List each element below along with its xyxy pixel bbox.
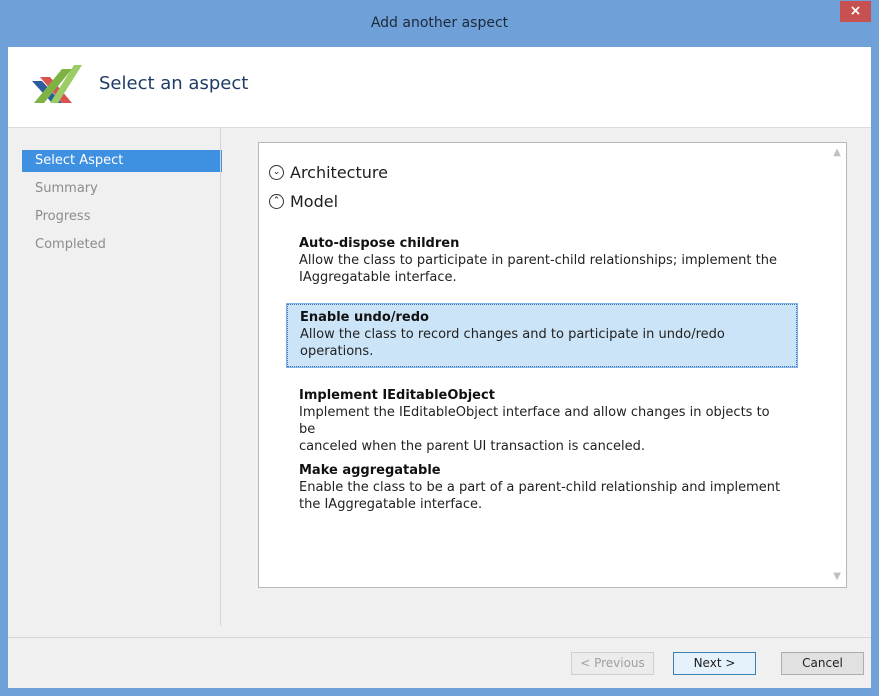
list-item-aggregatable[interactable]: Make aggregatable Enable the class to be… — [287, 458, 797, 519]
sidebar-item-summary: Summary — [35, 181, 98, 196]
vertical-scrollbar[interactable]: ▲ ▼ — [828, 143, 846, 587]
aspect-list[interactable]: ⌄ Architecture ⌃ Model Auto-dispose chil… — [258, 142, 847, 588]
close-button[interactable]: × — [840, 1, 871, 22]
cancel-button[interactable]: Cancel — [781, 652, 864, 675]
button-bar: < Previous Next > Cancel — [8, 638, 871, 688]
aspect-description: operations. — [300, 344, 374, 359]
scroll-down-icon[interactable]: ▼ — [833, 571, 841, 582]
group-label: Model — [290, 191, 339, 211]
title-bar[interactable]: Add another aspect × — [0, 0, 879, 47]
aspect-name: Implement IEditableObject — [299, 388, 495, 403]
content-area: Select Aspect Summary Progress Completed… — [8, 128, 871, 636]
scroll-up-icon[interactable]: ▲ — [833, 147, 841, 158]
aspect-name: Auto-dispose children — [299, 236, 460, 251]
postsharp-logo-icon — [32, 65, 82, 103]
group-model[interactable]: ⌃ Model — [269, 188, 338, 214]
sidebar-item-select-aspect[interactable]: Select Aspect — [22, 150, 222, 172]
sidebar-item-completed: Completed — [35, 237, 106, 252]
aspect-description: Implement the IEditableObject interface … — [299, 405, 770, 437]
sidebar-item-progress: Progress — [35, 209, 91, 224]
aspect-description: Enable the class to be a part of a paren… — [299, 480, 781, 495]
window-title: Add another aspect — [370, 15, 509, 31]
divider — [220, 128, 221, 626]
aspect-description: IAggregatable interface. — [299, 270, 457, 285]
previous-button[interactable]: < Previous — [571, 652, 654, 675]
aspect-name: Make aggregatable — [299, 463, 441, 478]
next-button[interactable]: Next > — [673, 652, 756, 675]
aspect-description: the IAggregatable interface. — [299, 497, 483, 512]
group-label: Architecture — [290, 162, 388, 182]
list-item-undo-redo[interactable]: Enable undo/redo Allow the class to reco… — [286, 303, 798, 368]
group-architecture[interactable]: ⌄ Architecture — [269, 159, 388, 185]
chevron-down-circle-icon[interactable]: ⌄ — [269, 164, 284, 180]
aspect-description: Allow the class to participate in parent… — [299, 253, 777, 268]
aspect-description: Allow the class to record changes and to… — [300, 327, 725, 342]
list-item-auto-dispose[interactable]: Auto-dispose children Allow the class to… — [287, 231, 797, 292]
list-item-ieditableobject[interactable]: Implement IEditableObject Implement the … — [287, 383, 797, 461]
chevron-up-circle-icon[interactable]: ⌃ — [269, 193, 284, 209]
header-band: Select an aspect — [8, 47, 871, 128]
close-icon: × — [849, 3, 862, 19]
aspect-name: Enable undo/redo — [300, 310, 429, 325]
aspect-description: canceled when the parent UI transaction … — [299, 439, 646, 454]
wizard-steps: Select Aspect Summary Progress Completed — [22, 150, 222, 262]
page-title: Select an aspect — [99, 73, 249, 94]
